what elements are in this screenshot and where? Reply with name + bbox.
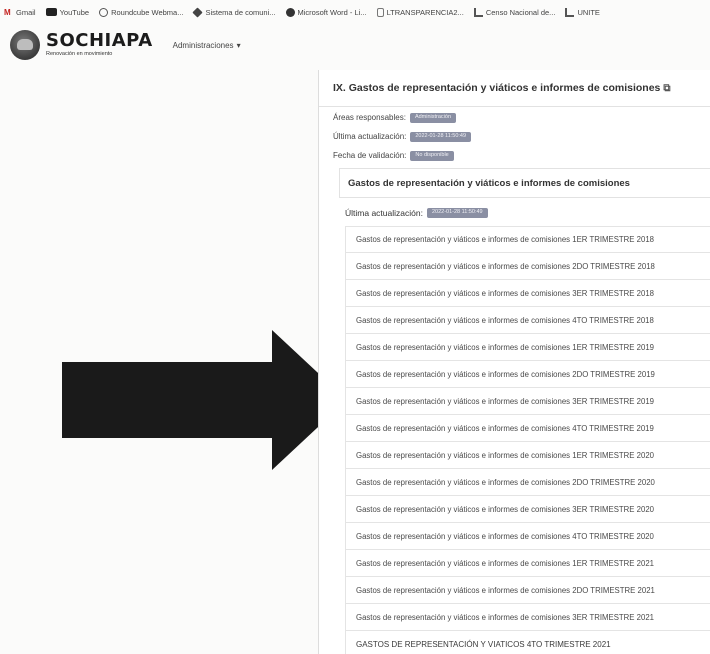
- bookmark-youtube[interactable]: YouTube: [45, 7, 90, 17]
- document-link[interactable]: Gastos de representación y viáticos e in…: [345, 415, 710, 442]
- document-link[interactable]: Gastos de representación y viáticos e in…: [345, 523, 710, 550]
- site-header: SOCHIAPA Renovación en movimiento Admini…: [10, 27, 241, 63]
- bookmark-word[interactable]: Microsoft Word - Li...: [285, 7, 367, 17]
- document-link[interactable]: Gastos de representación y viáticos e in…: [345, 280, 710, 307]
- validation-badge: No disponible: [410, 151, 454, 161]
- panel-title: IX. Gastos de representación y viáticos …: [333, 82, 671, 94]
- bookmark-unite[interactable]: UNITE: [565, 7, 600, 17]
- logo-icon[interactable]: [10, 30, 40, 60]
- bookmark-label: UNITE: [577, 7, 600, 17]
- documents-list: Gastos de representación y viáticos e in…: [345, 226, 710, 654]
- bookmarks-bar: M Gmail YouTube Roundcube Webma... Siste…: [0, 0, 710, 24]
- document-link[interactable]: GASTOS DE REPRESENTACIÓN Y VIATICOS 4TO …: [345, 631, 710, 654]
- updated-row: Última actualización: 2022-01-28 11:50:4…: [333, 132, 472, 142]
- chevron-down-icon: ▾: [236, 40, 241, 50]
- gmail-icon: M: [4, 7, 11, 17]
- logo-title: SOCHIAPA: [46, 30, 153, 52]
- areas-label: Áreas responsables:: [333, 113, 406, 123]
- panel-title-text: IX. Gastos de representación y viáticos …: [333, 82, 661, 94]
- youtube-icon: [45, 8, 57, 16]
- roundcube-icon: [99, 7, 109, 17]
- diamond-icon: [192, 6, 204, 18]
- transparency-panel: IX. Gastos de representación y viáticos …: [318, 70, 710, 654]
- bookmark-gmail[interactable]: M Gmail: [4, 8, 36, 17]
- document-link[interactable]: Gastos de representación y viáticos e in…: [345, 361, 710, 388]
- document-link[interactable]: Gastos de representación y viáticos e in…: [345, 577, 710, 604]
- globe-icon: [285, 7, 295, 17]
- document-link[interactable]: Gastos de representación y viáticos e in…: [345, 388, 710, 415]
- bookmark-censo[interactable]: Censo Nacional de...: [473, 7, 556, 17]
- section-updated-label: Última actualización:: [345, 208, 423, 218]
- bookmark-label: Sistema de comuni...: [205, 7, 276, 17]
- bookmark-label: Microsoft Word - Li...: [297, 7, 367, 17]
- document-link[interactable]: Gastos de representación y viáticos e in…: [345, 442, 710, 469]
- document-link[interactable]: Gastos de representación y viáticos e in…: [345, 469, 710, 496]
- bookmark-roundcube[interactable]: Roundcube Webma...: [99, 7, 184, 17]
- document-link[interactable]: Gastos de representación y viáticos e in…: [345, 550, 710, 577]
- bookmark-label: LTRANSPARENCIA2...: [386, 7, 464, 17]
- chart-icon: [473, 7, 483, 17]
- arrow-right-icon: [62, 330, 347, 470]
- updated-badge: 2022-01-28 11:50:49: [410, 132, 472, 142]
- bookmark-transparencia[interactable]: LTRANSPARENCIA2...: [376, 7, 464, 17]
- divider: [319, 106, 710, 107]
- updated-label: Última actualización:: [333, 132, 407, 142]
- areas-row: Áreas responsables: Administración: [333, 113, 457, 123]
- section-updated-badge: 2022-01-28 11:50:49: [426, 208, 488, 218]
- bookmark-label: Roundcube Webma...: [111, 7, 184, 17]
- document-link[interactable]: Gastos de representación y viáticos e in…: [345, 226, 710, 253]
- logo-subtitle: Renovación en movimiento: [46, 51, 113, 58]
- external-link-icon[interactable]: ⧉: [663, 83, 670, 94]
- document-link[interactable]: Gastos de representación y viáticos e in…: [345, 253, 710, 280]
- validation-row: Fecha de validación: No disponible: [333, 151, 454, 161]
- areas-badge: Administración: [409, 113, 457, 123]
- bookmark-label: Censo Nacional de...: [485, 7, 556, 17]
- menu-label: Administraciones: [172, 40, 234, 50]
- section-updated-row: Última actualización: 2022-01-28 11:50:4…: [345, 208, 488, 218]
- document-link[interactable]: Gastos de representación y viáticos e in…: [345, 496, 710, 523]
- document-link[interactable]: Gastos de representación y viáticos e in…: [345, 604, 710, 631]
- bookmark-label: YouTube: [59, 7, 90, 17]
- bookmark-sistema[interactable]: Sistema de comuni...: [192, 6, 276, 18]
- administraciones-menu[interactable]: Administraciones ▾: [173, 41, 241, 50]
- document-icon: [376, 7, 384, 17]
- bookmark-label: Gmail: [16, 7, 36, 17]
- document-link[interactable]: Gastos de representación y viáticos e in…: [345, 307, 710, 334]
- section-header[interactable]: Gastos de representación y viáticos e in…: [339, 168, 710, 198]
- document-link[interactable]: Gastos de representación y viáticos e in…: [345, 334, 710, 361]
- section-title: Gastos de representación y viáticos e in…: [348, 177, 630, 189]
- logo[interactable]: SOCHIAPA Renovación en movimiento: [46, 32, 153, 58]
- validation-label: Fecha de validación:: [333, 151, 407, 161]
- chart-icon: [565, 7, 575, 17]
